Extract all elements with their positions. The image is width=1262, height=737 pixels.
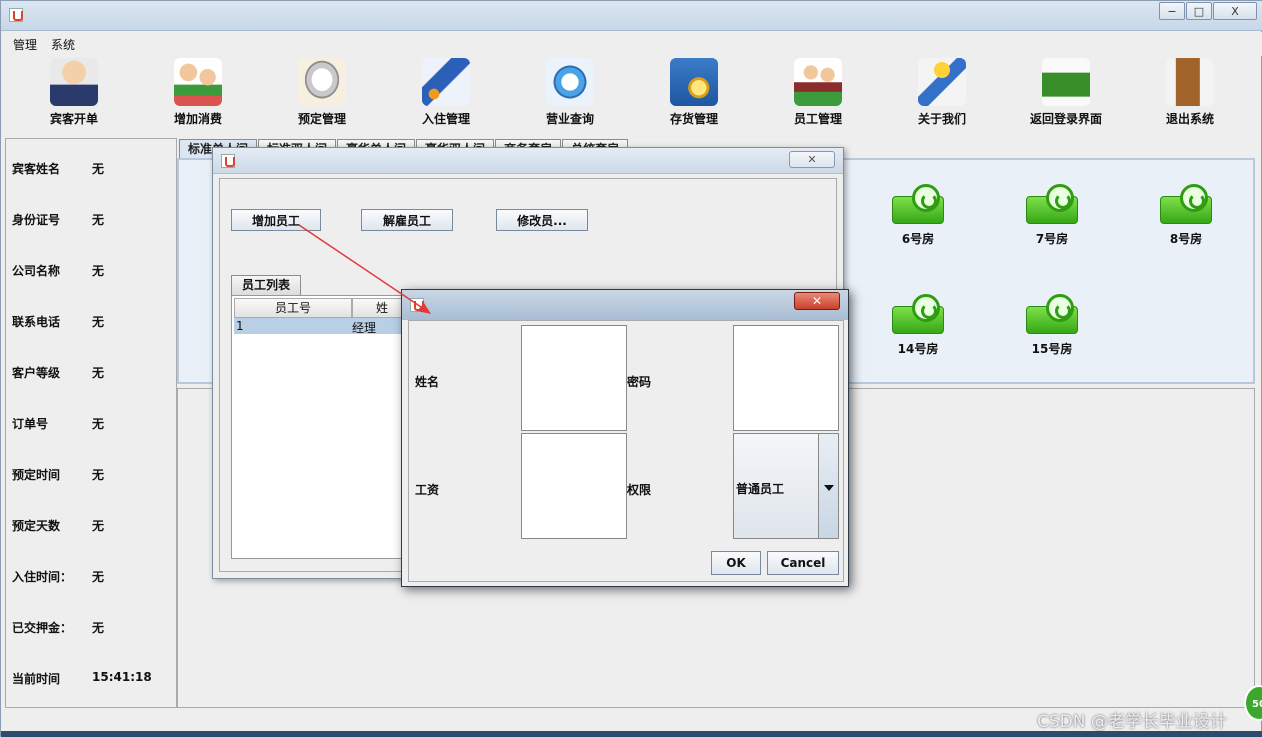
main-window: − □ X 管理 系统 宾客开单 增加消费 预定管理 入住管理 营业查询 存货管… [0, 0, 1262, 737]
annotation-arrow [298, 224, 431, 314]
watermark: CSDN @老学长毕业设计 [1037, 712, 1227, 732]
